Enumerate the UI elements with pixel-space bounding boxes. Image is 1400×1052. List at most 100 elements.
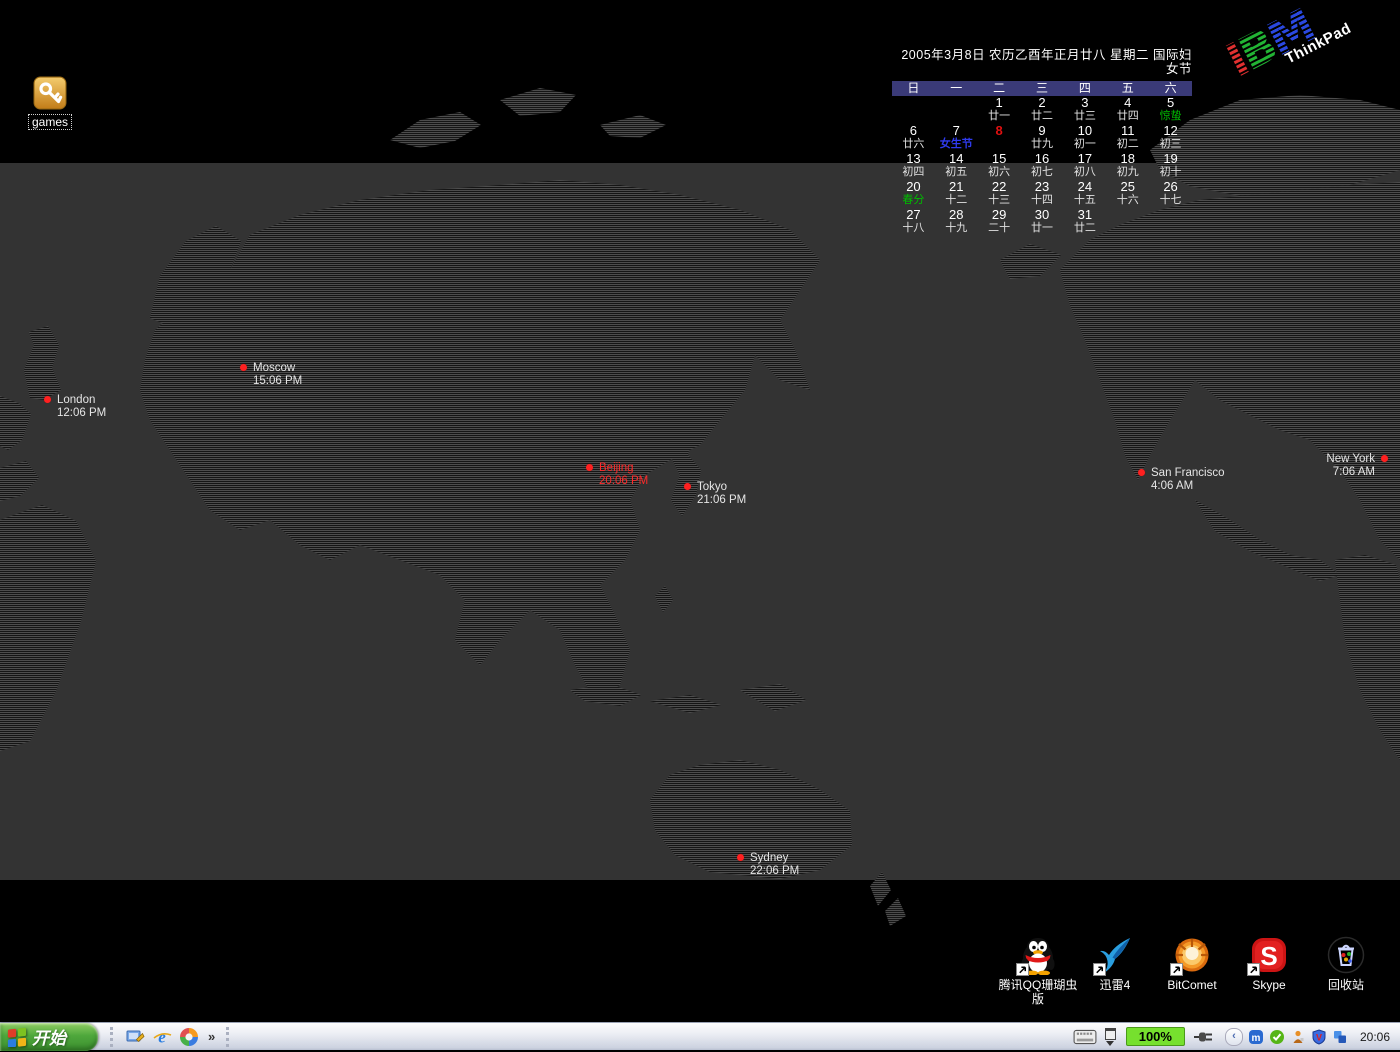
calendar-weekday: 日 <box>892 81 935 96</box>
calendar-lunar-label: 初九 <box>1106 166 1149 179</box>
calendar-lunar-label: 初七 <box>1021 166 1064 179</box>
start-button[interactable]: 开始 <box>0 1023 98 1051</box>
calendar-day-number: 1 <box>978 96 1021 110</box>
calendar-day-cell: 8 <box>978 124 1021 152</box>
calendar-day-cell: 31廿二 <box>1063 208 1106 236</box>
calendar-lunar-label: 春分 <box>892 194 935 207</box>
tray-person-icon[interactable] <box>1290 1029 1306 1045</box>
city-time: 21:06 PM <box>697 494 746 506</box>
hide-tray-icons-button[interactable]: ‹ <box>1225 1028 1243 1046</box>
calendar-day-cell: 6廿六 <box>892 124 935 152</box>
calendar-lunar-label: 初三 <box>1149 138 1192 151</box>
city-marker: Beijing20:06 PM <box>586 462 648 487</box>
calendar-lunar-label: 初六 <box>978 166 1021 179</box>
toolbar-drag-handle[interactable] <box>226 1027 232 1047</box>
quick-launch: e » <box>108 1027 234 1047</box>
quick-launch-ie-icon[interactable]: e <box>152 1027 172 1047</box>
calendar-day-number: 12 <box>1149 124 1192 138</box>
ac-power-plug-icon[interactable] <box>1193 1029 1215 1045</box>
windows-flag-icon <box>7 1027 27 1047</box>
calendar-day-number: 15 <box>978 152 1021 166</box>
quick-launch-wmp-icon[interactable] <box>179 1027 199 1047</box>
calendar-lunar-label: 十二 <box>935 194 978 207</box>
calendar-day-cell: 20春分 <box>892 180 935 208</box>
calendar-weekday: 五 <box>1106 81 1149 96</box>
language-bar-restore[interactable] <box>1105 1028 1116 1046</box>
taskbar-clock[interactable]: 20:06 <box>1360 1030 1390 1044</box>
city-dot-icon <box>737 854 744 861</box>
calendar-lunar-label: 女生节 <box>935 138 978 151</box>
calendar-day-number: 4 <box>1106 96 1149 110</box>
calendar-lunar-label: 十九 <box>935 222 978 235</box>
calendar-day-number: 6 <box>892 124 935 138</box>
calendar-day-number: 18 <box>1106 152 1149 166</box>
shortcut-arrow-icon <box>1247 963 1260 976</box>
calendar-day-number: 9 <box>1021 124 1064 138</box>
calendar-lunar-label: 廿九 <box>1021 138 1064 151</box>
calendar-lunar-label: 初八 <box>1063 166 1106 179</box>
system-tray: ‹ m V <box>1225 1028 1348 1046</box>
calendar-day-cell: 22十三 <box>978 180 1021 208</box>
calendar-lunar-label: 廿二 <box>1021 110 1064 123</box>
city-name: New York <box>1326 453 1375 465</box>
calendar-day-cell: 12初三 <box>1149 124 1192 152</box>
calendar-day-cell: 10初一 <box>1063 124 1106 152</box>
calendar-grid: 1廿一2廿二3廿三4廿四5惊蛰6廿六7女生节89廿九10初一11初二12初三13… <box>892 96 1192 236</box>
qq-icon <box>1018 935 1058 975</box>
bitcomet-icon <box>1172 935 1212 975</box>
svg-text:m: m <box>1252 1033 1261 1044</box>
quick-launch-overflow-chevron[interactable]: » <box>206 1029 217 1044</box>
desktop-icon-games[interactable]: games <box>18 76 82 130</box>
calendar-day-cell: 29二十 <box>978 208 1021 236</box>
calendar-day-cell: 17初八 <box>1063 152 1106 180</box>
city-label: New York7:06 AM <box>1326 453 1375 478</box>
calendar-day-number: 25 <box>1106 180 1149 194</box>
calendar-weekday: 三 <box>1021 81 1064 96</box>
city-marker: San Francisco4:06 AM <box>1138 467 1225 492</box>
calendar-day-number: 13 <box>892 152 935 166</box>
restore-window-icon <box>1105 1028 1116 1040</box>
city-marker: Moscow15:06 PM <box>240 362 302 387</box>
city-name: London <box>57 394 106 406</box>
calendar-lunar-label: 初十 <box>1149 166 1192 179</box>
tray-shield-v-icon[interactable]: V <box>1311 1029 1327 1045</box>
calendar-day-cell: 16初七 <box>1021 152 1064 180</box>
desktop-icon-recycle[interactable]: 回收站 <box>1298 935 1394 992</box>
tray-green-check-icon[interactable] <box>1269 1029 1285 1045</box>
desktop-icon-label: games <box>28 114 72 130</box>
city-label: Beijing20:06 PM <box>599 462 648 487</box>
calendar-day-cell: 28十九 <box>935 208 978 236</box>
calendar-lunar-label: 初二 <box>1106 138 1149 151</box>
input-method-keyboard-icon[interactable] <box>1073 1029 1097 1045</box>
battery-indicator[interactable]: 100% <box>1126 1027 1185 1046</box>
toolbar-drag-handle[interactable] <box>110 1027 116 1047</box>
tray-maxthon-icon[interactable]: m <box>1248 1029 1264 1045</box>
calendar-day-cell: 27十八 <box>892 208 935 236</box>
calendar-day-number: 10 <box>1063 124 1106 138</box>
calendar-weekday-header: 日一二三四五六 <box>892 81 1192 96</box>
city-label: Tokyo21:06 PM <box>697 481 746 506</box>
calendar-lunar-label: 惊蛰 <box>1149 110 1192 123</box>
calendar-day-number: 5 <box>1149 96 1192 110</box>
calendar-day-cell <box>892 96 935 124</box>
calendar-day-cell <box>935 96 978 124</box>
shortcut-arrow-icon <box>1093 963 1106 976</box>
calendar-lunar-label: 初四 <box>892 166 935 179</box>
svg-text:V: V <box>1316 1032 1322 1042</box>
city-name: Sydney <box>750 852 799 864</box>
start-button-label: 开始 <box>32 1024 66 1049</box>
xunlei-icon <box>1095 935 1135 975</box>
calendar-weekday: 六 <box>1149 81 1192 96</box>
calendar-lunar-label: 十三 <box>978 194 1021 207</box>
city-time: 22:06 PM <box>750 865 799 877</box>
calendar-day-number: 17 <box>1063 152 1106 166</box>
calendar-day-number: 20 <box>892 180 935 194</box>
calendar-lunar-label: 初一 <box>1063 138 1106 151</box>
calendar-lunar-label: 廿二 <box>1063 222 1106 235</box>
calendar-day-number: 3 <box>1063 96 1106 110</box>
calendar-day-cell: 13初四 <box>892 152 935 180</box>
tray-messenger-icon[interactable] <box>1332 1029 1348 1045</box>
city-dot-icon <box>684 483 691 490</box>
calendar-day-cell: 19初十 <box>1149 152 1192 180</box>
quick-launch-show-desktop-icon[interactable] <box>125 1027 145 1047</box>
